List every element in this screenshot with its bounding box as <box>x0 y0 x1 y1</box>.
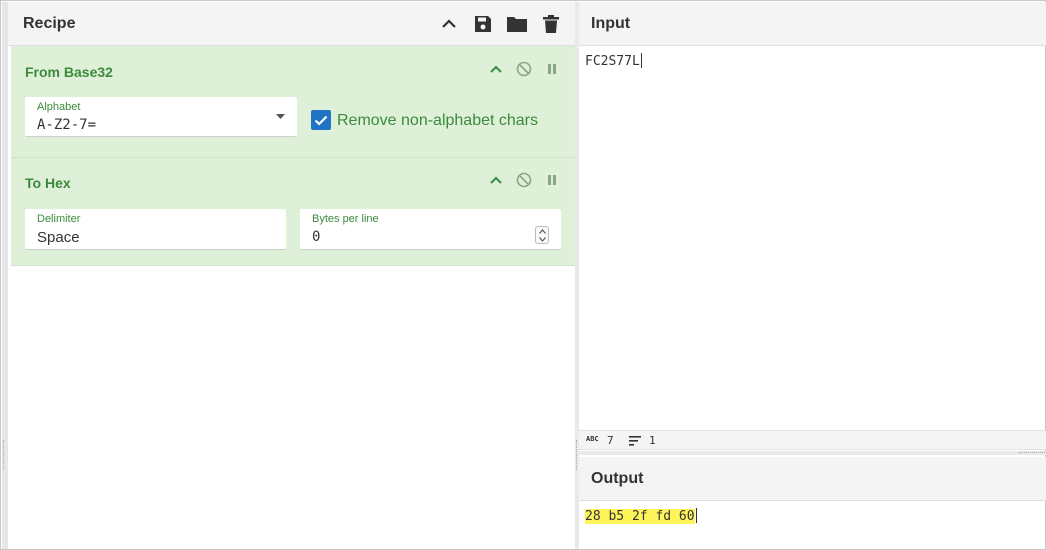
dropdown-arrow-icon <box>276 114 285 119</box>
io-splitter-grip <box>1019 452 1045 453</box>
recipe-panel: Recipe From Base32 Alphabet A-Z2-7= Remo… <box>2 2 575 549</box>
pause-icon <box>548 64 556 74</box>
remove-non-alphabet-checkbox[interactable] <box>311 110 331 130</box>
disable-op-button[interactable] <box>514 170 534 190</box>
lines-icon <box>629 436 641 446</box>
bytes-per-line-label: Bytes per line <box>312 213 379 225</box>
alphabet-select[interactable]: Alphabet A-Z2-7= <box>25 97 297 137</box>
bytes-per-line-input[interactable]: Bytes per line 0 <box>300 209 561 250</box>
bytes-per-line-value: 0 <box>312 229 321 245</box>
chevron-up-icon <box>490 176 502 184</box>
checkmark-icon <box>314 115 328 126</box>
output-panel: Output 28 b5 2f fd 60 <box>579 457 1046 549</box>
number-spinner[interactable] <box>535 226 549 244</box>
load-recipe-button[interactable] <box>505 12 529 36</box>
io-splitter[interactable] <box>579 451 1046 455</box>
text-caret <box>695 508 697 523</box>
output-text: 28 b5 2f fd 60 <box>585 509 695 524</box>
input-text: FC2S77L <box>585 54 640 69</box>
operation-to-hex: To Hex Delimiter Space Bytes per line 0 <box>11 158 575 266</box>
disable-op-button[interactable] <box>514 59 534 79</box>
delimiter-select[interactable]: Delimiter Space <box>25 209 286 250</box>
output-header: Output <box>579 457 1046 501</box>
delimiter-label: Delimiter <box>37 213 81 225</box>
recipe-header: Recipe <box>8 2 575 46</box>
collapse-all-button[interactable] <box>437 12 461 36</box>
pause-icon <box>548 175 556 185</box>
delimiter-value: Space <box>37 229 80 246</box>
operation-from-base32: From Base32 Alphabet A-Z2-7= Remove non-… <box>11 46 575 158</box>
resize-handle[interactable] <box>3 440 6 470</box>
alphabet-label: Alphabet <box>37 101 81 113</box>
cyberchef-window: Recipe From Base32 Alphabet A-Z2-7= Remo… <box>0 0 1046 550</box>
folder-icon <box>507 17 527 32</box>
input-status-bar: ABC 7 1 <box>579 430 1046 450</box>
minimise-op-button[interactable] <box>486 59 506 79</box>
spin-down-icon <box>539 237 546 242</box>
remove-non-alphabet-label[interactable]: Remove non-alphabet chars <box>337 112 538 130</box>
chevron-up-icon <box>442 19 456 28</box>
input-length: 7 <box>607 434 614 447</box>
text-caret <box>640 53 642 68</box>
chevron-up-icon <box>490 65 502 73</box>
input-header: Input <box>579 2 1046 46</box>
input-panel: Input FC2S77L ABC 7 1 <box>579 2 1046 451</box>
disable-icon <box>516 172 532 188</box>
output-textarea[interactable]: 28 b5 2f fd 60 <box>585 508 697 524</box>
length-icon: ABC <box>586 435 599 443</box>
breakpoint-button[interactable] <box>542 59 562 79</box>
save-recipe-button[interactable] <box>471 12 495 36</box>
breakpoint-button[interactable] <box>542 170 562 190</box>
input-lines: 1 <box>649 434 656 447</box>
disable-icon <box>516 61 532 77</box>
recipe-title: Recipe <box>23 15 76 32</box>
save-icon <box>475 16 491 32</box>
spin-up-icon <box>539 229 546 234</box>
clear-recipe-button[interactable] <box>539 12 563 36</box>
operation-title: From Base32 <box>25 64 113 80</box>
input-title: Input <box>591 15 631 32</box>
input-textarea[interactable]: FC2S77L <box>585 53 642 69</box>
trash-icon <box>543 15 559 33</box>
minimise-op-button[interactable] <box>486 170 506 190</box>
output-title: Output <box>591 470 644 487</box>
operation-title: To Hex <box>25 175 71 191</box>
splitter-grip <box>576 440 578 470</box>
alphabet-value: A-Z2-7= <box>37 117 97 133</box>
